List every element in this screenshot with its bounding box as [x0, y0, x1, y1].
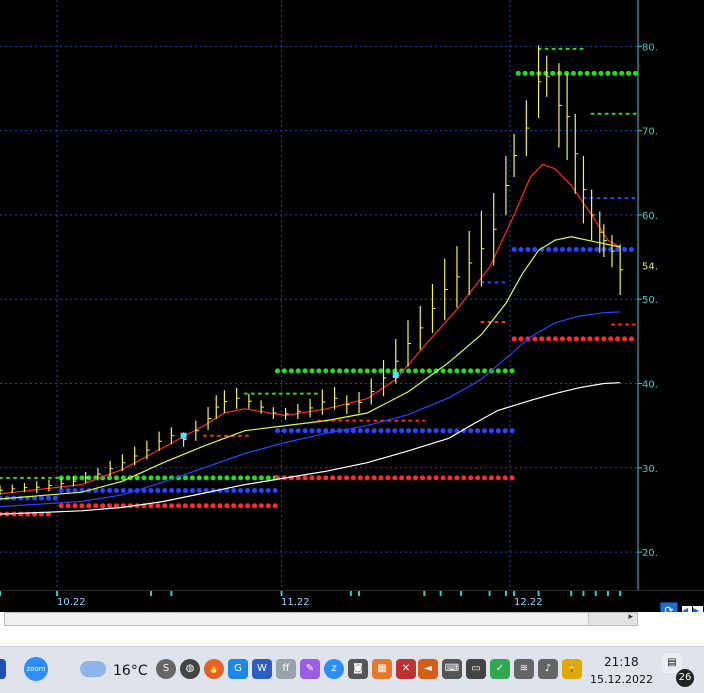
network-error-icon[interactable]: ✕ [396, 659, 416, 679]
price-axis-label-1: 70. [642, 127, 658, 138]
g-app-icon[interactable]: G [228, 659, 248, 679]
pen-app-icon[interactable]: ✎ [300, 659, 320, 679]
chart-area[interactable]: 80. 70. 60. 50. 40. 30. 20. 54. [0, 0, 704, 590]
camera-app-icon[interactable]: ◙ [348, 659, 368, 679]
notification-count-badge[interactable]: 26 [676, 669, 694, 687]
keyboard-icon[interactable]: ⌨ [442, 659, 462, 679]
clock-time[interactable]: 21:18 [604, 655, 639, 669]
price-chart[interactable]: 80. 70. 60. 50. 40. 30. 20. 54. [0, 0, 704, 590]
time-label-dec: 12.22 [514, 597, 543, 608]
lock-icon[interactable]: 🔒 [562, 659, 582, 679]
clock-date[interactable]: 15.12.2022 [590, 673, 653, 686]
price-axis-label-2: 60. [642, 211, 658, 222]
w-app-icon[interactable]: W [252, 659, 272, 679]
ff-app-icon[interactable]: ff [276, 659, 296, 679]
price-axis-label-3: 50. [642, 295, 658, 306]
battery-icon[interactable]: ▭ [466, 659, 486, 679]
zoom-app-button[interactable]: zoom [24, 657, 48, 681]
signal-marker-1 [392, 372, 399, 379]
time-label-oct: 10.22 [57, 597, 86, 608]
speaker-mute-icon[interactable]: ◄ [418, 659, 438, 679]
current-price-label: 54. [642, 262, 658, 273]
ma-line-1 [0, 236, 621, 500]
time-label-nov: 11.22 [281, 597, 310, 608]
time-axis: 10.22 11.22 12.22 [0, 590, 704, 613]
price-axis-label-4: 40. [642, 380, 658, 391]
weather-cloud-icon[interactable] [80, 661, 106, 677]
ma-line-0 [0, 163, 621, 495]
windows-taskbar: zoom 16°C S ◍ 🔥 G W ff ✎ z ◙ ▦ ✕ ◄ ⌨ ▭ ✓… [0, 646, 704, 693]
price-axis-label-5: 30. [642, 464, 658, 475]
zoom-label: zoom [26, 665, 46, 673]
weather-temperature[interactable]: 16°C [113, 663, 148, 679]
zoom-tray-icon[interactable]: z [324, 659, 344, 679]
app-icon-left-edge[interactable] [0, 659, 6, 679]
scrollbar-thumb[interactable]: ▸ [588, 612, 637, 625]
shield-check-icon[interactable]: ✓ [490, 659, 510, 679]
firefox-icon[interactable]: 🔥 [204, 659, 224, 679]
skype-icon[interactable]: S [156, 659, 176, 679]
horizontal-scroll-row: ▸ [0, 612, 704, 626]
wifi-icon[interactable]: ≋ [514, 659, 534, 679]
price-axis-label-6: 20. [642, 548, 658, 559]
volume-icon[interactable]: ♪ [538, 659, 558, 679]
signal-marker-0 [180, 432, 187, 439]
globe-icon[interactable]: ◍ [180, 659, 200, 679]
scroll-arrow-icon[interactable]: ▸ [628, 612, 633, 622]
horizontal-scrollbar[interactable]: ▸ [4, 612, 638, 626]
time-axis-ticks [0, 591, 622, 596]
price-axis-label-0: 80. [642, 42, 658, 53]
orange-app-icon[interactable]: ▦ [372, 659, 392, 679]
